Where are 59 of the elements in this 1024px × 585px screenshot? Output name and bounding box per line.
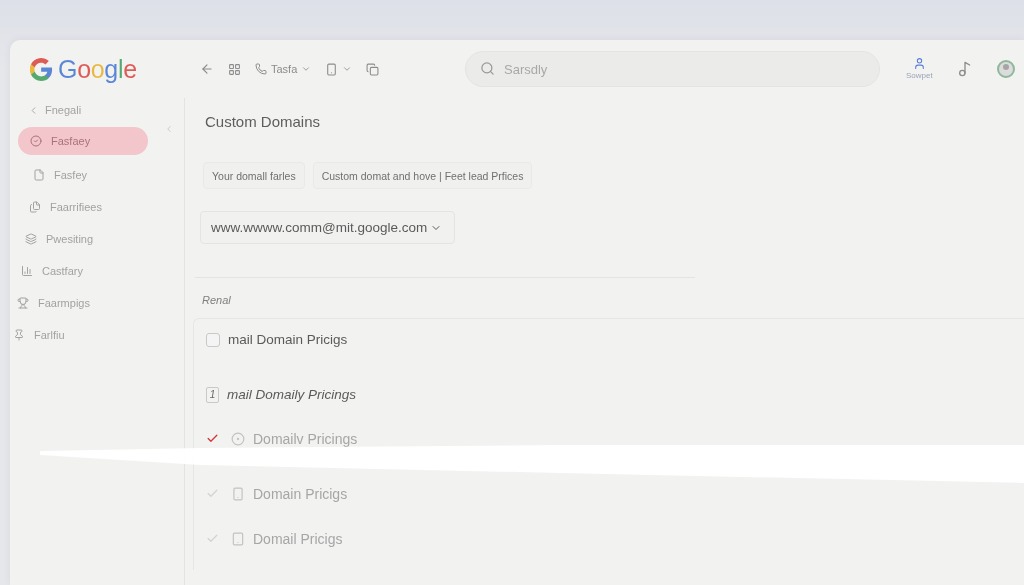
phone-icon (255, 63, 267, 75)
checkbox[interactable] (206, 333, 220, 347)
search-field[interactable]: Sarsdly (465, 51, 880, 87)
sidebar-item-label: Faarrifiees (50, 201, 102, 213)
sidebar-item-label: Faarmpigs (38, 297, 90, 309)
phone-dropdown-button[interactable]: Tasfa (255, 63, 312, 75)
row-label: mail Domaily Pricings (227, 386, 357, 404)
search-icon (480, 61, 495, 76)
section-label: Renal (202, 293, 231, 307)
google-g-icon (30, 57, 53, 81)
document-icon (33, 169, 45, 181)
sidebar-item-label: Farlfiu (34, 329, 65, 341)
domain-select[interactable]: www.wwww.comm@mit.google.com (200, 211, 455, 244)
tablet-icon (231, 532, 245, 546)
row-label: Domain Pricigs (253, 485, 348, 503)
sidebar-item[interactable]: Fasfaey (18, 127, 148, 155)
sidebar-item-label: Pwesiting (46, 233, 94, 245)
sidebar-item[interactable]: Faarrifiees (29, 191, 110, 223)
smartphone-icon (231, 487, 245, 501)
files-icon (29, 201, 41, 213)
account-button[interactable]: Sowpet (906, 57, 933, 81)
copy-icon (366, 62, 380, 76)
chevron-left-icon (164, 124, 174, 134)
sidebar-item-label: Fasfey (54, 169, 87, 181)
device-dropdown-button[interactable] (325, 62, 353, 76)
back-button[interactable] (200, 62, 214, 76)
avatar-button[interactable] (996, 60, 1015, 78)
sidebar-item[interactable]: Fasfey (33, 159, 95, 191)
row-label: mail Domain Pricigs (228, 331, 348, 349)
circle-dot-icon (231, 432, 245, 446)
back-arrow-icon (200, 62, 214, 76)
pin-icon (13, 329, 25, 341)
filter-chip[interactable]: Your domall farles (203, 162, 305, 189)
row-number-badge: 1 (206, 387, 219, 403)
filter-chip[interactable]: Custom domat and hove | Feet lead Prfices (312, 162, 533, 189)
bar-chart-icon (21, 265, 33, 277)
sidebar-item[interactable]: Pwesiting (25, 223, 102, 255)
copy-button[interactable] (366, 62, 380, 76)
caret-icon (342, 64, 353, 74)
music-button[interactable] (956, 61, 973, 77)
music-note-icon (956, 61, 973, 77)
sidebar-item[interactable]: Faarmpigs (17, 287, 98, 319)
grid-button[interactable] (228, 62, 241, 76)
sidebar-item-label: Fasfaey (51, 135, 91, 147)
check-circle-icon (30, 135, 42, 147)
row-label: Domail Pricigs (253, 530, 343, 548)
avatar-icon (996, 60, 1015, 78)
layers-icon (25, 233, 37, 245)
person-icon (912, 57, 926, 70)
back-link[interactable]: Fnegali (28, 98, 82, 122)
sidebar-item[interactable]: Castfary (21, 255, 91, 287)
trophy-icon (17, 297, 29, 309)
grid-icon (228, 62, 241, 76)
sidebar-item-label: Castfary (42, 265, 83, 277)
caret-icon (301, 64, 312, 74)
page-title: Custom Domains (205, 112, 321, 132)
sidebar-item[interactable]: Farlfiu (13, 319, 73, 351)
smartphone-icon (325, 62, 339, 76)
row-label: Domailv Pricings (253, 430, 358, 448)
